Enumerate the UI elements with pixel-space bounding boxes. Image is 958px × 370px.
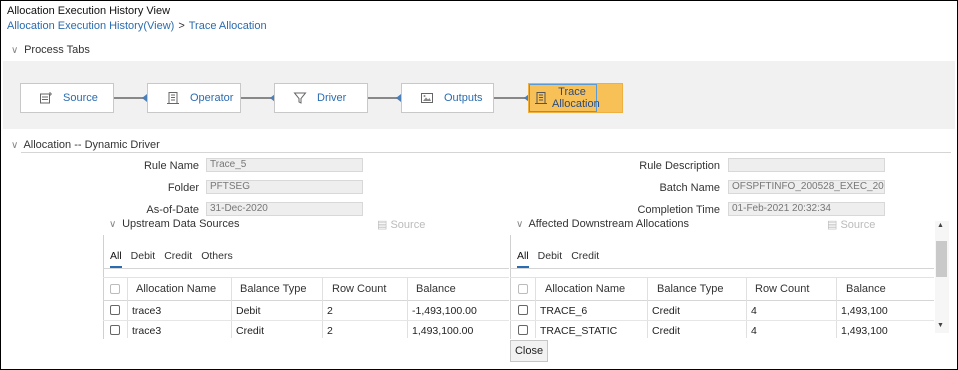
upstream-source-button[interactable]: ▤ Source — [377, 218, 425, 231]
downstream-select-all-checkbox[interactable] — [518, 284, 528, 294]
tabs-divider — [103, 268, 509, 269]
allocation-title: Allocation -- Dynamic Driver — [23, 139, 160, 151]
tabs-divider — [510, 268, 934, 269]
chevron-down-icon: ∨ — [11, 140, 19, 151]
table-cell: Credit — [652, 305, 681, 317]
rule-name-field: Trace_5 — [206, 158, 363, 172]
trace-icon — [534, 91, 548, 105]
upstream-header[interactable]: ∨ Upstream Data Sources — [109, 218, 239, 230]
process-tab-outputs[interactable]: Outputs — [401, 83, 494, 113]
outputs-icon — [420, 91, 434, 105]
upstream-title: Upstream Data Sources — [122, 218, 240, 230]
completion-time-label: Completion Time — [637, 204, 720, 216]
process-tab-label: Operator — [190, 92, 234, 104]
upstream-tab-others[interactable]: Others — [201, 250, 233, 262]
chevron-down-icon: ∨ — [109, 219, 117, 230]
breadcrumb-separator: > — [178, 20, 185, 32]
process-tabs-header[interactable]: ∨ Process Tabs — [11, 44, 90, 56]
upstream-select-all-checkbox[interactable] — [110, 284, 120, 294]
table-cell: Credit — [652, 325, 681, 337]
upstream-col-balance-type[interactable]: Balance Type — [240, 283, 306, 295]
table-cell: Debit — [236, 305, 261, 317]
downstream-title: Affected Downstream Allocations — [528, 218, 690, 230]
window-title: Allocation Execution History View — [7, 5, 171, 17]
breadcrumb: Allocation Execution History(View) > Trace… — [7, 20, 267, 32]
operator-icon — [166, 91, 180, 105]
rule-name-label: Rule Name — [143, 160, 199, 172]
process-tab-label: Source — [63, 92, 98, 104]
rule-description-field — [728, 158, 885, 172]
table-cell: TRACE_STATIC — [540, 325, 618, 337]
upstream-col-allocation-name[interactable]: Allocation Name — [136, 283, 216, 295]
process-tab-driver[interactable]: Driver — [274, 83, 368, 113]
table-cell: 2 — [327, 325, 333, 337]
table-cell: 1,493,100.00 — [412, 325, 474, 337]
table-cell: trace3 — [132, 325, 162, 337]
batch-name-label: Batch Name — [659, 182, 720, 194]
table-cell: Credit — [236, 325, 265, 337]
table-cell: 1,493,100 — [841, 325, 888, 337]
downstream-tab-credit[interactable]: Credit — [571, 250, 599, 262]
folder-field: PFTSEG — [206, 180, 363, 194]
scrollbar-thumb[interactable] — [936, 241, 947, 277]
chevron-down-icon: ∨ — [11, 45, 19, 56]
scroll-up-icon[interactable]: ▲ — [937, 222, 944, 229]
upstream-tab-all[interactable]: All — [110, 250, 122, 268]
source-icon — [39, 91, 53, 105]
table-cell: 1,493,100 — [841, 305, 888, 317]
breadcrumb-parent-link[interactable]: Allocation Execution History(View) — [7, 20, 174, 32]
completion-time-field: 01-Feb-2021 20:32:34 — [728, 202, 885, 216]
downstream-col-balance[interactable]: Balance — [846, 283, 886, 295]
breadcrumb-current[interactable]: Trace Allocation — [189, 20, 267, 32]
close-button[interactable]: Close — [510, 340, 548, 362]
downstream-source-button[interactable]: ▤ Source — [827, 218, 875, 231]
batch-name-field: OFSPFTINFO_200528_EXEC_20201231_ — [728, 180, 885, 194]
table-cell: trace3 — [132, 305, 162, 317]
process-tab-label: Driver — [317, 92, 347, 104]
downstream-tabs: All Debit Credit — [517, 250, 608, 268]
process-tab-label: Outputs — [444, 92, 483, 104]
as-of-date-field: 31-Dec-2020 — [206, 202, 363, 216]
process-tab-source[interactable]: Source — [20, 83, 114, 113]
folder-label: Folder — [167, 182, 199, 194]
process-tab-label: Trace Allocation — [552, 86, 600, 110]
table-cell: 2 — [327, 305, 333, 317]
downstream-col-balance-type[interactable]: Balance Type — [657, 283, 723, 295]
process-tabs-title: Process Tabs — [24, 44, 90, 56]
upstream-col-row-count[interactable]: Row Count — [332, 283, 386, 295]
downstream-tab-debit[interactable]: Debit — [538, 250, 563, 262]
downstream-col-row-count[interactable]: Row Count — [755, 283, 809, 295]
downstream-tab-all[interactable]: All — [517, 250, 529, 268]
upstream-tab-credit[interactable]: Credit — [164, 250, 192, 262]
table-cell: -1,493,100.00 — [412, 305, 477, 317]
filter-icon — [293, 91, 307, 105]
upstream-source-label: Source — [390, 219, 426, 231]
process-tab-trace-allocation[interactable]: Trace Allocation — [528, 83, 623, 113]
row-checkbox[interactable] — [518, 305, 528, 315]
allocation-header[interactable]: ∨ Allocation -- Dynamic Driver — [11, 139, 160, 151]
downstream-source-label: Source — [840, 219, 876, 231]
row-checkbox[interactable] — [110, 325, 120, 335]
row-checkbox[interactable] — [518, 325, 528, 335]
table-cell: 4 — [751, 325, 757, 337]
vertical-scrollbar[interactable] — [935, 221, 949, 333]
section-divider — [21, 152, 951, 153]
source-icon: ▤ — [377, 219, 388, 231]
source-icon: ▤ — [827, 219, 838, 231]
downstream-header[interactable]: ∨ Affected Downstream Allocations — [516, 218, 689, 230]
scroll-down-icon[interactable]: ▼ — [937, 322, 944, 329]
upstream-col-balance[interactable]: Balance — [416, 283, 456, 295]
as-of-date-label: As-of-Date — [146, 204, 199, 216]
table-cell: 4 — [751, 305, 757, 317]
dialog-window: Allocation Execution History View Alloca… — [0, 0, 958, 370]
upstream-tabs: All Debit Credit Others — [110, 250, 242, 268]
trace-allocation-focus: Trace Allocation — [529, 84, 600, 112]
upstream-tab-debit[interactable]: Debit — [131, 250, 156, 262]
chevron-down-icon: ∨ — [516, 219, 524, 230]
table-cell: TRACE_6 — [540, 305, 588, 317]
rule-description-label: Rule Description — [639, 160, 720, 172]
process-tab-operator[interactable]: Operator — [147, 83, 241, 113]
downstream-col-allocation-name[interactable]: Allocation Name — [545, 283, 625, 295]
row-checkbox[interactable] — [110, 305, 120, 315]
